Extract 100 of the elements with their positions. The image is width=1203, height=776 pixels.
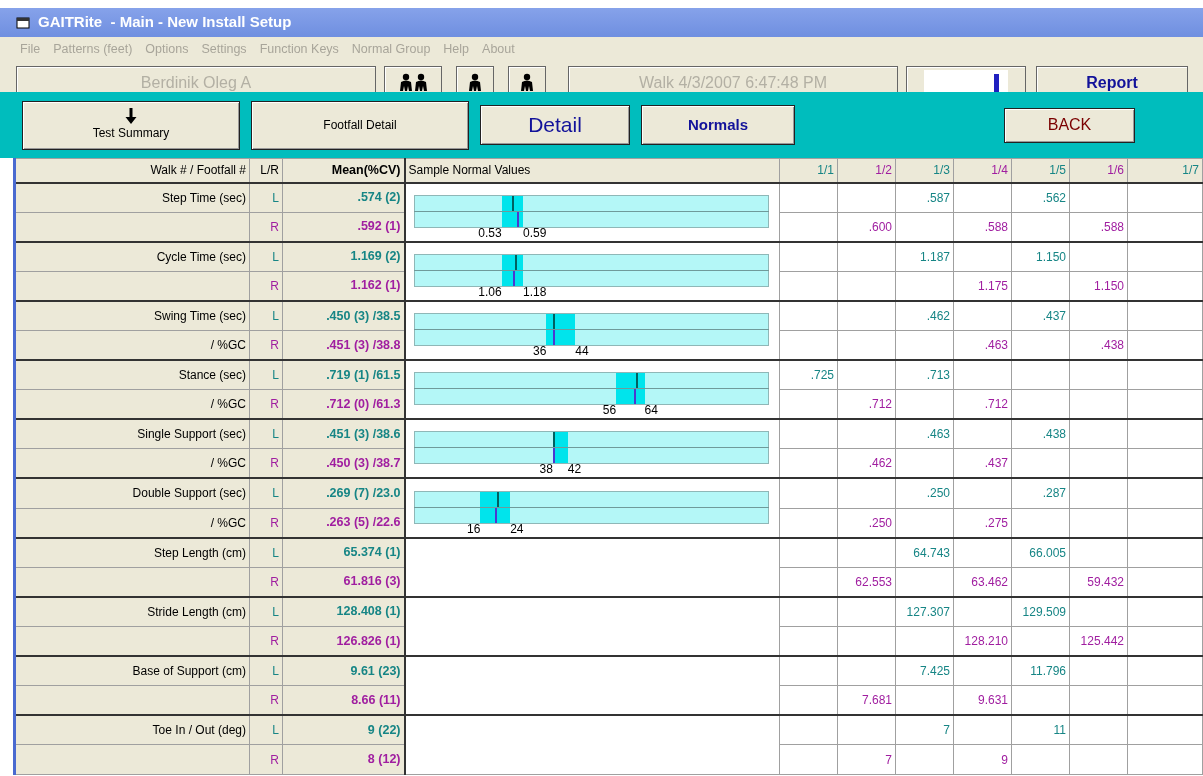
range-label: 56 bbox=[602, 404, 617, 418]
mean-value: .450 (3) /38.7 bbox=[282, 448, 405, 479]
table-cell: 1.175 bbox=[953, 271, 1012, 301]
row-label: Swing Time (sec) bbox=[14, 300, 250, 331]
nav-button[interactable]: Footfall Detail bbox=[251, 100, 469, 150]
column-header: 1/7 bbox=[1127, 158, 1203, 183]
column-header: 1/1 bbox=[779, 158, 838, 183]
table-cell: .725 bbox=[779, 360, 838, 390]
table-cell: .437 bbox=[953, 448, 1012, 479]
range-label: 1.18 bbox=[523, 285, 547, 299]
side-label: L bbox=[249, 300, 283, 331]
table-cell: .463 bbox=[953, 330, 1012, 361]
table-cell: 128.210 bbox=[953, 626, 1012, 656]
table-cell: 9.631 bbox=[953, 685, 1012, 716]
side-label: L bbox=[249, 656, 283, 686]
patient-button[interactable]: Berdinik Oleg A bbox=[16, 66, 376, 92]
table-cell: .438 bbox=[1011, 419, 1070, 449]
table-cell: .587 bbox=[895, 182, 954, 213]
window-title: GAITRite - Main - New Install Setup bbox=[38, 12, 292, 33]
nav-button[interactable]: Test Summary bbox=[22, 100, 240, 150]
table-cell: 127.307 bbox=[895, 596, 954, 627]
column-header: 1/6 bbox=[1069, 158, 1128, 183]
column-header: 1/5 bbox=[1011, 158, 1070, 183]
menu-item[interactable]: Settings bbox=[201, 40, 247, 59]
range-label: 36 bbox=[533, 344, 547, 358]
mean-value: .269 (7) /23.0 bbox=[282, 478, 405, 509]
range-label: 1.06 bbox=[478, 285, 502, 299]
row-label: Cycle Time (sec) bbox=[14, 241, 250, 272]
mean-value: 126.826 (1) bbox=[282, 626, 405, 656]
menu-item[interactable]: Patterns (feet) bbox=[53, 40, 133, 59]
table-cell: .250 bbox=[895, 478, 954, 509]
menu-item[interactable]: Help bbox=[443, 40, 470, 59]
table-cell: 7 bbox=[895, 715, 954, 745]
table-cell: .588 bbox=[1069, 212, 1128, 242]
column-header: 1/3 bbox=[895, 158, 954, 183]
person-icon bbox=[520, 72, 534, 91]
table-cell: 62.553 bbox=[837, 567, 896, 597]
nav-button[interactable]: Normals bbox=[641, 105, 795, 145]
down-arrow-icon bbox=[125, 108, 137, 124]
table-cell: 11 bbox=[1011, 715, 1070, 745]
nav-button[interactable]: BACK bbox=[1004, 107, 1135, 143]
table-cell: 11.796 bbox=[1011, 656, 1070, 686]
menu-item[interactable]: File bbox=[20, 40, 41, 59]
mean-value: .574 (2) bbox=[282, 182, 405, 213]
table-cell: 7.425 bbox=[895, 656, 954, 686]
row-label: Toe In / Out (deg) bbox=[14, 715, 250, 745]
column-header: Mean(%CV) bbox=[282, 158, 405, 183]
mean-value: 128.408 (1) bbox=[282, 596, 405, 627]
walk-button[interactable]: Walk 4/3/2007 6:47:48 PM bbox=[568, 66, 898, 92]
row-label: Stance (sec) bbox=[14, 360, 250, 390]
mean-value: .451 (3) /38.8 bbox=[282, 330, 405, 361]
menu-item[interactable]: Function Keys bbox=[259, 40, 339, 59]
report-button[interactable]: Report bbox=[1036, 66, 1188, 92]
row-label: Step Length (cm) bbox=[14, 537, 250, 568]
table-cell: .275 bbox=[953, 508, 1012, 538]
row-label: Double Support (sec) bbox=[14, 478, 250, 509]
group-button[interactable] bbox=[384, 66, 442, 92]
mean-value: 61.816 (3) bbox=[282, 567, 405, 597]
table-cell: .438 bbox=[1069, 330, 1128, 361]
graph-button[interactable] bbox=[906, 66, 1026, 92]
table-cell: .562 bbox=[1011, 182, 1070, 213]
side-label: L bbox=[249, 360, 283, 390]
range-label: 0.53 bbox=[478, 226, 502, 240]
range-label: 16 bbox=[467, 522, 481, 536]
row-label: Step Time (sec) bbox=[14, 182, 250, 213]
column-header: 1/4 bbox=[953, 158, 1012, 183]
mean-value: 9 (22) bbox=[282, 715, 405, 745]
table-cell: .588 bbox=[953, 212, 1012, 242]
person-button[interactable] bbox=[456, 66, 494, 92]
table-cell: 1.150 bbox=[1069, 271, 1128, 301]
side-label: L bbox=[249, 596, 283, 627]
side-label: L bbox=[249, 419, 283, 449]
table-cell: 63.462 bbox=[953, 567, 1012, 597]
nav-button[interactable]: Detail bbox=[480, 105, 630, 145]
row-label: Stride Length (cm) bbox=[14, 596, 250, 627]
mean-value: .712 (0) /61.3 bbox=[282, 389, 405, 420]
column-header: L/R bbox=[249, 158, 283, 183]
table-cell: 1.150 bbox=[1011, 241, 1070, 272]
table-cell: .713 bbox=[895, 360, 954, 390]
side-label: L bbox=[249, 537, 283, 568]
table-cell: 64.743 bbox=[895, 537, 954, 568]
table-cell: 59.432 bbox=[1069, 567, 1128, 597]
mean-value: 65.374 (1) bbox=[282, 537, 405, 568]
person-button[interactable] bbox=[508, 66, 546, 92]
menu-item[interactable]: About bbox=[482, 40, 515, 59]
table-cell: .437 bbox=[1011, 300, 1070, 331]
column-header: Walk # / Footfall # bbox=[14, 158, 250, 183]
range-label: 44 bbox=[575, 344, 589, 358]
side-label: L bbox=[249, 478, 283, 509]
table-cell: .287 bbox=[1011, 478, 1070, 509]
mean-value: .450 (3) /38.5 bbox=[282, 300, 405, 331]
menu-item[interactable]: Options bbox=[145, 40, 189, 59]
range-label: 38 bbox=[539, 463, 553, 477]
row-label: / %GC bbox=[14, 508, 250, 538]
column-header: Sample Normal Values bbox=[404, 158, 780, 183]
table-cell: .250 bbox=[837, 508, 896, 538]
mean-value: 1.162 (1) bbox=[282, 271, 405, 301]
row-label: / %GC bbox=[14, 330, 250, 361]
menu-item[interactable]: Normal Group bbox=[351, 40, 431, 59]
range-label: 0.59 bbox=[523, 226, 547, 240]
